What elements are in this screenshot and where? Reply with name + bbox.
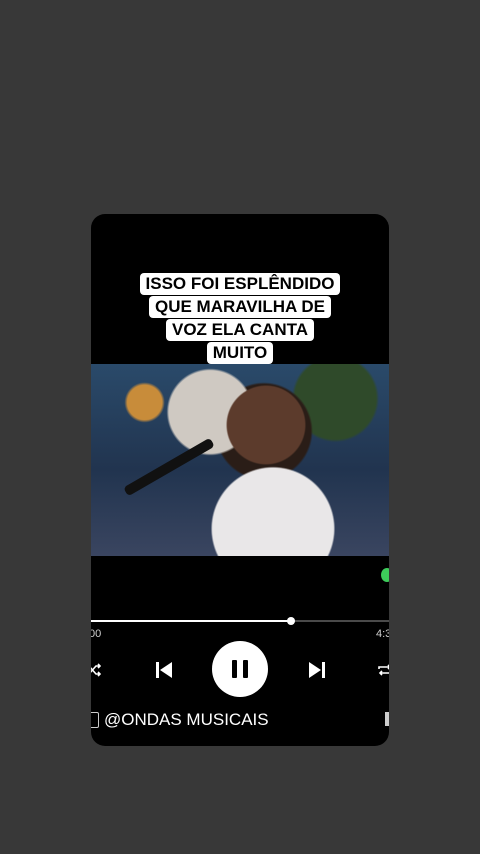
video-caption: ISSO FOI ESPLÊNDIDO QUE MARAVILHA DE VOZ… xyxy=(91,273,389,365)
singer-image xyxy=(196,374,336,556)
share-icon[interactable] xyxy=(385,712,389,726)
pause-button[interactable] xyxy=(212,641,268,697)
progress-fill xyxy=(91,620,291,622)
caption-line: VOZ ELA CANTA xyxy=(166,319,314,341)
repeat-icon[interactable] xyxy=(377,660,389,680)
status-dot xyxy=(381,568,389,582)
device-icon[interactable] xyxy=(91,712,99,728)
video-frame[interactable] xyxy=(91,364,389,556)
progress-thumb[interactable] xyxy=(286,617,295,625)
progress-bar[interactable] xyxy=(91,617,389,625)
player-card: ISSO FOI ESPLÊNDIDO QUE MARAVILHA DE VOZ… xyxy=(91,214,389,746)
caption-line: QUE MARAVILHA DE xyxy=(149,296,331,318)
caption-line: MUITO xyxy=(206,342,274,364)
time-total: 4:3 xyxy=(376,628,389,640)
time-elapsed: 00 xyxy=(91,628,102,640)
shuffle-icon[interactable] xyxy=(91,660,101,680)
previous-icon[interactable] xyxy=(153,658,175,682)
pause-icon xyxy=(232,660,248,678)
next-icon[interactable] xyxy=(306,658,328,682)
channel-handle: @ONDAS MUSICAIS xyxy=(104,710,269,729)
caption-line: ISSO FOI ESPLÊNDIDO xyxy=(139,273,341,295)
